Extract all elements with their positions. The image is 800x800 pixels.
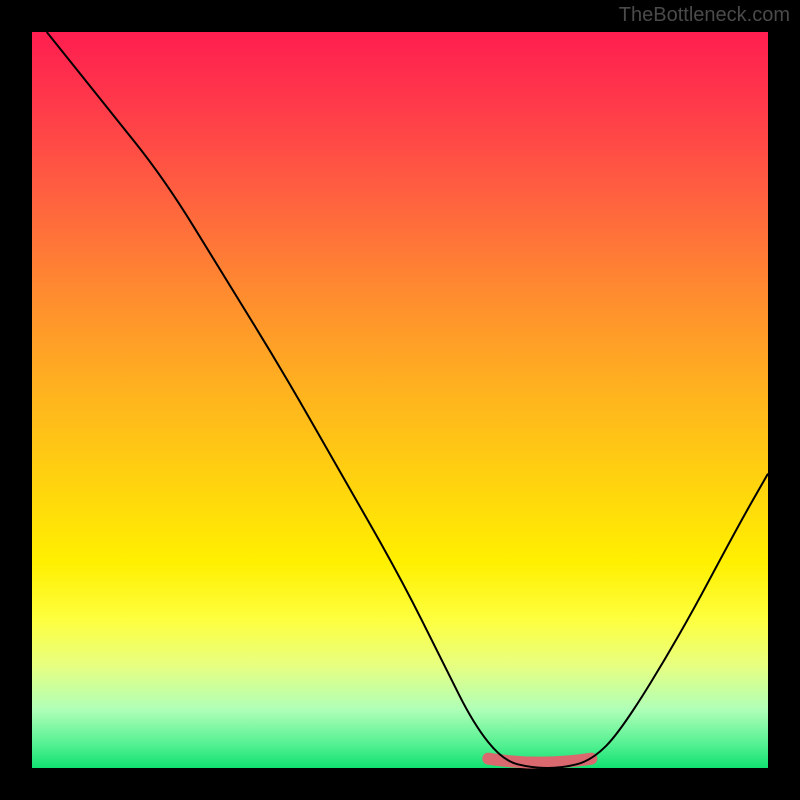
watermark-text: TheBottleneck.com (619, 4, 790, 27)
optimal-range-highlight (488, 759, 591, 763)
chart-svg (32, 32, 768, 768)
bottleneck-curve (47, 32, 768, 768)
chart-plot-area (32, 32, 768, 768)
